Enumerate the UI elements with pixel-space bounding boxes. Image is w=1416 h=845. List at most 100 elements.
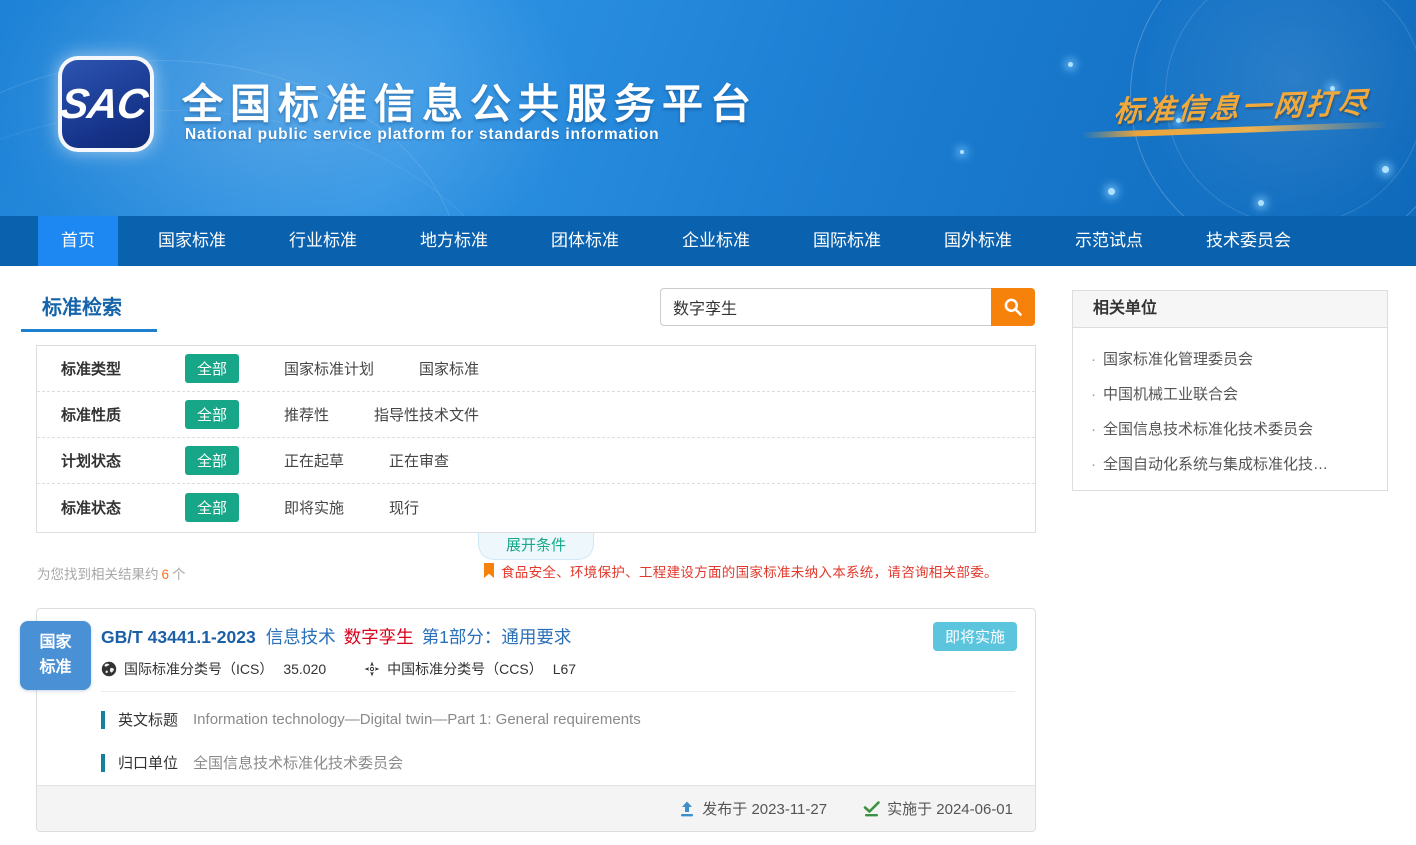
section-title-underline: [21, 329, 157, 332]
related-units-panel: 相关单位 · 国家标准化管理委员会 · 中国机械工业联合会 ·全国信息技术标准化技术…: [1072, 290, 1388, 491]
results-count: 为您找到相关结果约6个: [37, 563, 186, 583]
published-label: 发布于: [702, 801, 747, 818]
card-fields: 英文标题 Information technology—Digital twin…: [101, 691, 1015, 795]
related-unit-link[interactable]: · 中国机械工业联合会: [1073, 369, 1387, 404]
filter-all-button[interactable]: 全部: [185, 354, 239, 383]
filter-label: 标准性质: [61, 404, 157, 425]
filter-row-standard-status: 标准状态 全部 即将实施 现行: [37, 484, 1035, 531]
notice-text: 食品安全、环境保护、工程建设方面的国家标准未纳入本系统，请咨询相关部委。: [501, 561, 998, 581]
section-title-standard-search: 标准检索: [42, 291, 122, 320]
glow-dot: [1382, 166, 1389, 173]
related-unit-link[interactable]: · 国家标准化管理委员会: [1073, 334, 1387, 369]
related-unit-label: 全国自动化系统与集成标准化技…: [1103, 456, 1328, 473]
filter-option[interactable]: 即将实施: [284, 497, 344, 518]
search-icon: [1003, 297, 1023, 317]
nav-item-home[interactable]: 首页: [38, 216, 118, 266]
nav-item-international-standards[interactable]: 国际标准: [790, 216, 904, 266]
ics-value: 35.020: [283, 661, 326, 677]
implemented-date: 2024-06-01: [936, 801, 1013, 818]
related-unit-link[interactable]: ·全国信息技术标准化技术委员会: [1073, 404, 1387, 439]
field-english-title: 英文标题 Information technology—Digital twin…: [101, 709, 1015, 730]
glow-dot: [960, 150, 964, 154]
bullet: ·: [1091, 456, 1096, 473]
implemented-date-item: 实施于 2024-06-01: [863, 798, 1013, 819]
filter-option[interactable]: 正在起草: [284, 450, 344, 471]
field-value: 全国信息技术标准化技术委员会: [193, 752, 403, 773]
search-input[interactable]: [660, 288, 991, 326]
search-bar: [660, 288, 1035, 326]
standard-title-rest[interactable]: 第1部分：通用要求: [422, 624, 572, 649]
standard-title-segment[interactable]: 信息技术: [266, 624, 336, 649]
classification-row: 国际标准分类号（ICS） 35.020 中国标准分类号（CCS） L67: [101, 659, 576, 679]
related-units-title: 相关单位: [1073, 291, 1387, 328]
filter-row-standard-type: 标准类型 全部 国家标准计划 国家标准: [37, 346, 1035, 392]
field-label: 归口单位: [118, 752, 178, 773]
related-unit-label: 国家标准化管理委员会: [1103, 351, 1253, 368]
nav-item-pilot[interactable]: 示范试点: [1052, 216, 1166, 266]
filter-label: 标准状态: [61, 497, 157, 518]
glow-dot: [1258, 200, 1264, 206]
glow-dot: [1108, 188, 1115, 195]
standard-title[interactable]: GB/T 43441.1-2023 信息技术 数字孪生 第1部分：通用要求: [101, 624, 571, 649]
filter-option[interactable]: 国家标准: [419, 358, 479, 379]
filter-label: 标准类型: [61, 358, 157, 379]
nav-item-technical-committee[interactable]: 技术委员会: [1183, 216, 1314, 266]
ics-label: 国际标准分类号（ICS）: [124, 659, 273, 679]
sac-logo[interactable]: SAC: [58, 56, 154, 152]
bookmark-icon: [483, 563, 495, 579]
results-count-prefix: 为您找到相关结果约: [37, 567, 159, 582]
check-icon: [863, 801, 880, 817]
related-unit-label: 中国机械工业联合会: [1103, 386, 1238, 403]
filter-option[interactable]: 国家标准计划: [284, 358, 374, 379]
filter-panel: 标准类型 全部 国家标准计划 国家标准 标准性质 全部 推荐性 指导性技术文件 …: [36, 345, 1036, 533]
nav-item-local-standards[interactable]: 地方标准: [397, 216, 511, 266]
system-notice: 食品安全、环境保护、工程建设方面的国家标准未纳入本系统，请咨询相关部委。: [483, 561, 998, 581]
nav-item-industry-standards[interactable]: 行业标准: [266, 216, 380, 266]
standard-title-highlight[interactable]: 数字孪生: [344, 624, 414, 649]
bullet: ·: [1091, 421, 1096, 438]
filter-option[interactable]: 指导性技术文件: [374, 404, 479, 425]
main-nav: 首页 国家标准 行业标准 地方标准 团体标准 企业标准 国际标准 国外标准 示范…: [0, 216, 1416, 266]
bullet: ·: [1091, 386, 1096, 403]
filter-row-standard-nature: 标准性质 全部 推荐性 指导性技术文件: [37, 392, 1035, 438]
badge-line2: 标准: [39, 656, 71, 681]
card-footer: 发布于 2023-11-27 实施于 2024-06-01: [37, 785, 1035, 831]
results-count-suffix: 个: [172, 567, 186, 582]
filter-option[interactable]: 现行: [389, 497, 419, 518]
compass-icon: [364, 661, 380, 677]
published-text: 发布于 2023-11-27: [702, 798, 827, 819]
nav-item-group-standards[interactable]: 团体标准: [528, 216, 642, 266]
field-accent-bar: [101, 754, 105, 772]
standard-result-card: 国家 标准 GB/T 43441.1-2023 信息技术 数字孪生 第1部分：通…: [36, 608, 1036, 832]
implemented-label: 实施于: [887, 801, 932, 818]
site-subtitle: National public service platform for sta…: [185, 126, 659, 144]
filter-option[interactable]: 正在审查: [389, 450, 449, 471]
field-label: 英文标题: [118, 709, 178, 730]
filter-option[interactable]: 推荐性: [284, 404, 329, 425]
nav-item-foreign-standards[interactable]: 国外标准: [921, 216, 1035, 266]
site-title: 全国标准信息公共服务平台: [182, 70, 758, 130]
status-badge: 即将实施: [933, 622, 1017, 651]
related-units-list: · 国家标准化管理委员会 · 中国机械工业联合会 ·全国信息技术标准化技术委员会 ·…: [1073, 328, 1387, 490]
ccs-label: 中国标准分类号（CCS）: [387, 659, 543, 679]
standard-code[interactable]: GB/T 43441.1-2023: [101, 627, 256, 648]
field-value: Information technology—Digital twin—Part…: [193, 711, 641, 728]
filter-all-button[interactable]: 全部: [185, 446, 239, 475]
filter-row-plan-status: 计划状态 全部 正在起草 正在审查: [37, 438, 1035, 484]
site-header: SAC 全国标准信息公共服务平台 National public service…: [0, 0, 1416, 216]
results-count-number: 6: [162, 567, 170, 582]
related-unit-link[interactable]: · 全国自动化系统与集成标准化技…: [1073, 439, 1387, 474]
search-button[interactable]: [991, 288, 1035, 326]
badge-line1: 国家: [39, 631, 71, 656]
upload-icon: [679, 801, 695, 817]
glow-dot: [1068, 62, 1073, 67]
sac-logo-text: SAC: [58, 80, 154, 128]
filter-all-button[interactable]: 全部: [185, 493, 239, 522]
nav-item-enterprise-standards[interactable]: 企业标准: [659, 216, 773, 266]
field-accent-bar: [101, 711, 105, 729]
expand-conditions-button[interactable]: 展开条件: [478, 533, 594, 560]
filter-all-button[interactable]: 全部: [185, 400, 239, 429]
nav-item-national-standards[interactable]: 国家标准: [135, 216, 249, 266]
bullet: ·: [1091, 351, 1096, 368]
filter-label: 计划状态: [61, 450, 157, 471]
